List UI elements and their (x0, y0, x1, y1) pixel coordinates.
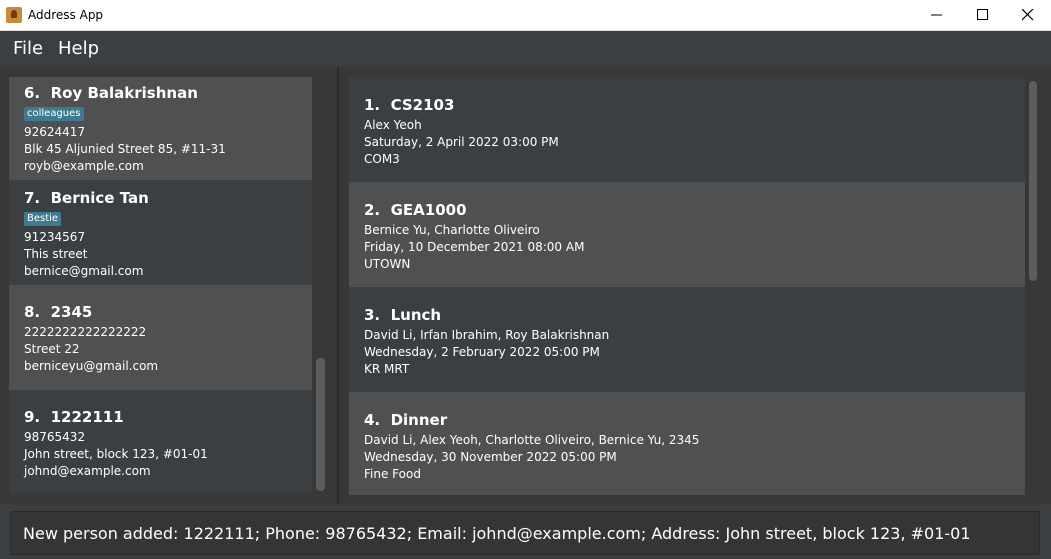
person-email: bernice@gmail.com (24, 264, 144, 278)
event-location: UTOWN (364, 257, 411, 271)
person-card[interactable]: 6. Roy Balakrishnan colleagues 92624417 … (9, 77, 312, 182)
person-name: 8. 2345 (24, 303, 93, 321)
event-participants: David Li, Alex Yeoh, Charlotte Oliveiro,… (364, 433, 700, 447)
person-name: 9. 1222111 (24, 408, 124, 426)
person-name: 6. Roy Balakrishnan (24, 84, 198, 102)
event-name: 2. GEA1000 (364, 201, 467, 219)
minimize-button[interactable] (914, 0, 960, 31)
event-list[interactable]: 1. CS2103 Alex Yeoh Saturday, 2 April 20… (349, 77, 1025, 495)
person-tag: colleagues (24, 107, 84, 121)
event-card[interactable]: 2. GEA1000 Bernice Yu, Charlotte Oliveir… (349, 182, 1025, 287)
person-card[interactable]: 7. Bernice Tan Bestie 91234567 This stre… (9, 180, 312, 285)
event-location: Fine Food (364, 467, 421, 481)
person-name: 7. Bernice Tan (24, 189, 149, 207)
person-list-panel: 6. Roy Balakrishnan colleagues 92624417 … (0, 67, 338, 504)
menu-bar: File Help (0, 31, 1051, 66)
event-list-scrollbar[interactable] (1029, 81, 1037, 281)
person-list[interactable]: 6. Roy Balakrishnan colleagues 92624417 … (9, 77, 312, 495)
person-tag: Bestie (24, 212, 62, 226)
maximize-button[interactable] (960, 0, 1006, 31)
menu-help[interactable]: Help (58, 38, 99, 59)
maximize-icon (977, 9, 988, 20)
event-participants: Bernice Yu, Charlotte Oliveiro (364, 223, 540, 237)
event-name: 4. Dinner (364, 411, 448, 429)
event-location: COM3 (364, 152, 400, 166)
event-name: 3. Lunch (364, 306, 442, 324)
person-address: Blk 45 Aljunied Street 85, #11-31 (24, 142, 226, 156)
event-datetime: Saturday, 2 April 2022 03:00 PM (364, 135, 559, 149)
event-participants: Alex Yeoh (364, 118, 422, 132)
person-phone: 91234567 (24, 230, 86, 244)
event-card[interactable]: 1. CS2103 Alex Yeoh Saturday, 2 April 20… (349, 77, 1025, 182)
event-datetime: Wednesday, 30 November 2022 05:00 PM (364, 450, 617, 464)
person-email: johnd@example.com (24, 464, 151, 478)
minimize-icon (931, 14, 942, 16)
person-address: Street 22 (24, 342, 80, 356)
close-icon (1022, 9, 1034, 21)
person-phone: 98765432 (24, 430, 86, 444)
event-participants: David Li, Irfan Ibrahim, Roy Balakrishna… (364, 328, 610, 342)
person-email: berniceyu@gmail.com (24, 359, 159, 373)
person-phone: 92624417 (24, 125, 86, 139)
person-address: John street, block 123, #01-01 (24, 447, 208, 461)
title-bar: Address App (0, 0, 1051, 31)
event-datetime: Wednesday, 2 February 2022 05:00 PM (364, 345, 600, 359)
window-title: Address App (28, 8, 104, 22)
close-button[interactable] (1005, 0, 1051, 31)
event-list-panel: 1. CS2103 Alex Yeoh Saturday, 2 April 20… (339, 67, 1051, 504)
event-name: 1. CS2103 (364, 96, 455, 114)
event-card[interactable]: 4. Dinner David Li, Alex Yeoh, Charlotte… (349, 392, 1025, 495)
menu-file[interactable]: File (13, 38, 43, 59)
result-display-area: New person added: 1222111; Phone: 987654… (0, 504, 1051, 559)
person-phone: 2222222222222222 (24, 325, 147, 339)
person-card[interactable]: 8. 2345 2222222222222222 Street 22 berni… (9, 285, 312, 390)
app-icon (6, 7, 22, 23)
result-message: New person added: 1222111; Phone: 987654… (23, 524, 971, 543)
result-display[interactable]: New person added: 1222111; Phone: 987654… (10, 511, 1040, 555)
person-list-scrollbar[interactable] (316, 358, 325, 491)
person-email: royb@example.com (24, 159, 144, 173)
event-location: KR MRT (364, 362, 410, 376)
person-card[interactable]: 9. 1222111 98765432 John street, block 1… (9, 390, 312, 495)
event-datetime: Friday, 10 December 2021 08:00 AM (364, 240, 585, 254)
person-address: This street (24, 247, 88, 261)
event-card[interactable]: 3. Lunch David Li, Irfan Ibrahim, Roy Ba… (349, 287, 1025, 392)
